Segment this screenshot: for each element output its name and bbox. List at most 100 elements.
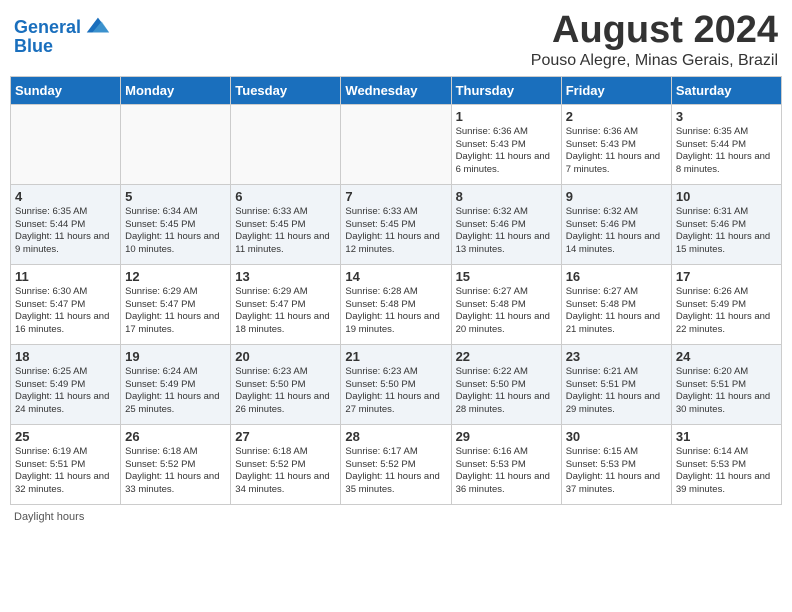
title-area: August 2024 Pouso Alegre, Minas Gerais, … (531, 10, 778, 70)
day-cell: 31 Sunrise: 6:14 AM Sunset: 5:53 PM Dayli… (671, 424, 781, 504)
logo-general: General (14, 17, 81, 37)
day-info: Sunrise: 6:21 AM Sunset: 5:51 PM Dayligh… (566, 366, 667, 417)
day-cell: 24Sunrise: 6:20 AM Sunset: 5:51 PM Dayli… (671, 344, 781, 424)
month-title: August 2024 (531, 10, 778, 52)
day-info: Sunrise: 6:24 AM Sunset: 5:49 PM Dayligh… (125, 366, 226, 417)
day-info: Sunrise: 6:17 AM Sunset: 5:52 PM Dayligh… (345, 446, 446, 497)
day-cell: 18 Sunrise: 6:25 AM Sunset: 5:49 PM Dayli… (11, 344, 121, 424)
calendar-table: SundayMondayTuesdayWednesdayThursdayFrid… (10, 76, 782, 505)
day-cell: 29 Sunrise: 6:16 AM Sunset: 5:53 PM Dayli… (451, 424, 561, 504)
day-cell: 17Sunrise: 6:26 AM Sunset: 5:49 PM Dayli… (671, 264, 781, 344)
day-number: 11 (15, 269, 116, 284)
day-info: Sunrise: 6:28 AM Sunset: 5:48 PM Dayligh… (345, 286, 446, 337)
day-number: 15 (456, 269, 557, 284)
day-number: 14 (345, 269, 446, 284)
day-cell: 22 Sunrise: 6:22 AM Sunset: 5:50 PM Dayli… (451, 344, 561, 424)
day-number: 22 (456, 349, 557, 364)
day-info: Sunrise: 6:31 AM Sunset: 5:46 PM Dayligh… (676, 206, 777, 257)
day-cell: 16 Sunrise: 6:27 AM Sunset: 5:48 PM Dayli… (561, 264, 671, 344)
day-info: Sunrise: 6:29 AM Sunset: 5:47 PM Dayligh… (125, 286, 226, 337)
day-cell: 14 Sunrise: 6:28 AM Sunset: 5:48 PM Dayli… (341, 264, 451, 344)
day-info: Sunrise: 6:22 AM Sunset: 5:50 PM Dayligh… (456, 366, 557, 417)
col-header-monday: Monday (121, 76, 231, 104)
day-info: Sunrise: 6:23 AM Sunset: 5:50 PM Dayligh… (345, 366, 446, 417)
header-row: SundayMondayTuesdayWednesdayThursdayFrid… (11, 76, 782, 104)
day-info: Sunrise: 6:16 AM Sunset: 5:53 PM Dayligh… (456, 446, 557, 497)
day-cell: 25 Sunrise: 6:19 AM Sunset: 5:51 PM Dayli… (11, 424, 121, 504)
day-cell (11, 104, 121, 184)
day-info: Sunrise: 6:25 AM Sunset: 5:49 PM Dayligh… (15, 366, 116, 417)
day-cell (341, 104, 451, 184)
day-cell: 19Sunrise: 6:24 AM Sunset: 5:49 PM Dayli… (121, 344, 231, 424)
day-cell: 26 Sunrise: 6:18 AM Sunset: 5:52 PM Dayli… (121, 424, 231, 504)
day-number: 28 (345, 429, 446, 444)
col-header-wednesday: Wednesday (341, 76, 451, 104)
day-info: Sunrise: 6:19 AM Sunset: 5:51 PM Dayligh… (15, 446, 116, 497)
col-header-tuesday: Tuesday (231, 76, 341, 104)
col-header-friday: Friday (561, 76, 671, 104)
day-number: 5 (125, 189, 226, 204)
day-cell: 15 Sunrise: 6:27 AM Sunset: 5:48 PM Dayli… (451, 264, 561, 344)
day-cell (121, 104, 231, 184)
day-number: 17 (676, 269, 777, 284)
day-cell (231, 104, 341, 184)
col-header-thursday: Thursday (451, 76, 561, 104)
day-info: Sunrise: 6:33 AM Sunset: 5:45 PM Dayligh… (345, 206, 446, 257)
week-row-5: 25 Sunrise: 6:19 AM Sunset: 5:51 PM Dayli… (11, 424, 782, 504)
day-info: Sunrise: 6:23 AM Sunset: 5:50 PM Dayligh… (235, 366, 336, 417)
day-number: 16 (566, 269, 667, 284)
day-number: 9 (566, 189, 667, 204)
week-row-1: 1 Sunrise: 6:36 AM Sunset: 5:43 PM Daylig… (11, 104, 782, 184)
day-number: 13 (235, 269, 336, 284)
footer-label: Daylight hours (14, 511, 84, 523)
col-header-sunday: Sunday (11, 76, 121, 104)
day-info: Sunrise: 6:30 AM Sunset: 5:47 PM Dayligh… (15, 286, 116, 337)
week-row-2: 4Sunrise: 6:35 AM Sunset: 5:44 PM Daylig… (11, 184, 782, 264)
day-number: 7 (345, 189, 446, 204)
day-info: Sunrise: 6:27 AM Sunset: 5:48 PM Dayligh… (456, 286, 557, 337)
day-number: 2 (566, 109, 667, 124)
day-cell: 1 Sunrise: 6:36 AM Sunset: 5:43 PM Daylig… (451, 104, 561, 184)
day-number: 31 (676, 429, 777, 444)
day-cell: 27 Sunrise: 6:18 AM Sunset: 5:52 PM Dayli… (231, 424, 341, 504)
day-info: Sunrise: 6:18 AM Sunset: 5:52 PM Dayligh… (125, 446, 226, 497)
day-number: 21 (345, 349, 446, 364)
day-number: 20 (235, 349, 336, 364)
day-number: 1 (456, 109, 557, 124)
day-cell: 23 Sunrise: 6:21 AM Sunset: 5:51 PM Dayli… (561, 344, 671, 424)
day-number: 18 (15, 349, 116, 364)
day-cell: 4Sunrise: 6:35 AM Sunset: 5:44 PM Daylig… (11, 184, 121, 264)
day-info: Sunrise: 6:27 AM Sunset: 5:48 PM Dayligh… (566, 286, 667, 337)
day-cell: 10 Sunrise: 6:31 AM Sunset: 5:46 PM Dayli… (671, 184, 781, 264)
day-number: 12 (125, 269, 226, 284)
day-cell: 28 Sunrise: 6:17 AM Sunset: 5:52 PM Dayli… (341, 424, 451, 504)
day-info: Sunrise: 6:20 AM Sunset: 5:51 PM Dayligh… (676, 366, 777, 417)
day-info: Sunrise: 6:32 AM Sunset: 5:46 PM Dayligh… (456, 206, 557, 257)
day-info: Sunrise: 6:34 AM Sunset: 5:45 PM Dayligh… (125, 206, 226, 257)
day-number: 6 (235, 189, 336, 204)
day-number: 4 (15, 189, 116, 204)
day-info: Sunrise: 6:36 AM Sunset: 5:43 PM Dayligh… (566, 126, 667, 177)
day-info: Sunrise: 6:36 AM Sunset: 5:43 PM Dayligh… (456, 126, 557, 177)
day-cell: 13Sunrise: 6:29 AM Sunset: 5:47 PM Dayli… (231, 264, 341, 344)
day-number: 29 (456, 429, 557, 444)
day-cell: 5 Sunrise: 6:34 AM Sunset: 5:45 PM Daylig… (121, 184, 231, 264)
day-cell: 7 Sunrise: 6:33 AM Sunset: 5:45 PM Daylig… (341, 184, 451, 264)
footer: Daylight hours (10, 511, 782, 523)
week-row-3: 11 Sunrise: 6:30 AM Sunset: 5:47 PM Dayli… (11, 264, 782, 344)
day-info: Sunrise: 6:15 AM Sunset: 5:53 PM Dayligh… (566, 446, 667, 497)
day-cell: 30Sunrise: 6:15 AM Sunset: 5:53 PM Dayli… (561, 424, 671, 504)
day-info: Sunrise: 6:14 AM Sunset: 5:53 PM Dayligh… (676, 446, 777, 497)
day-number: 27 (235, 429, 336, 444)
col-header-saturday: Saturday (671, 76, 781, 104)
day-number: 26 (125, 429, 226, 444)
day-number: 25 (15, 429, 116, 444)
day-cell: 11 Sunrise: 6:30 AM Sunset: 5:47 PM Dayli… (11, 264, 121, 344)
day-number: 23 (566, 349, 667, 364)
day-number: 3 (676, 109, 777, 124)
day-info: Sunrise: 6:18 AM Sunset: 5:52 PM Dayligh… (235, 446, 336, 497)
day-cell: 3Sunrise: 6:35 AM Sunset: 5:44 PM Daylig… (671, 104, 781, 184)
day-number: 10 (676, 189, 777, 204)
day-number: 8 (456, 189, 557, 204)
page-header: General Blue August 2024 Pouso Alegre, M… (10, 10, 782, 70)
